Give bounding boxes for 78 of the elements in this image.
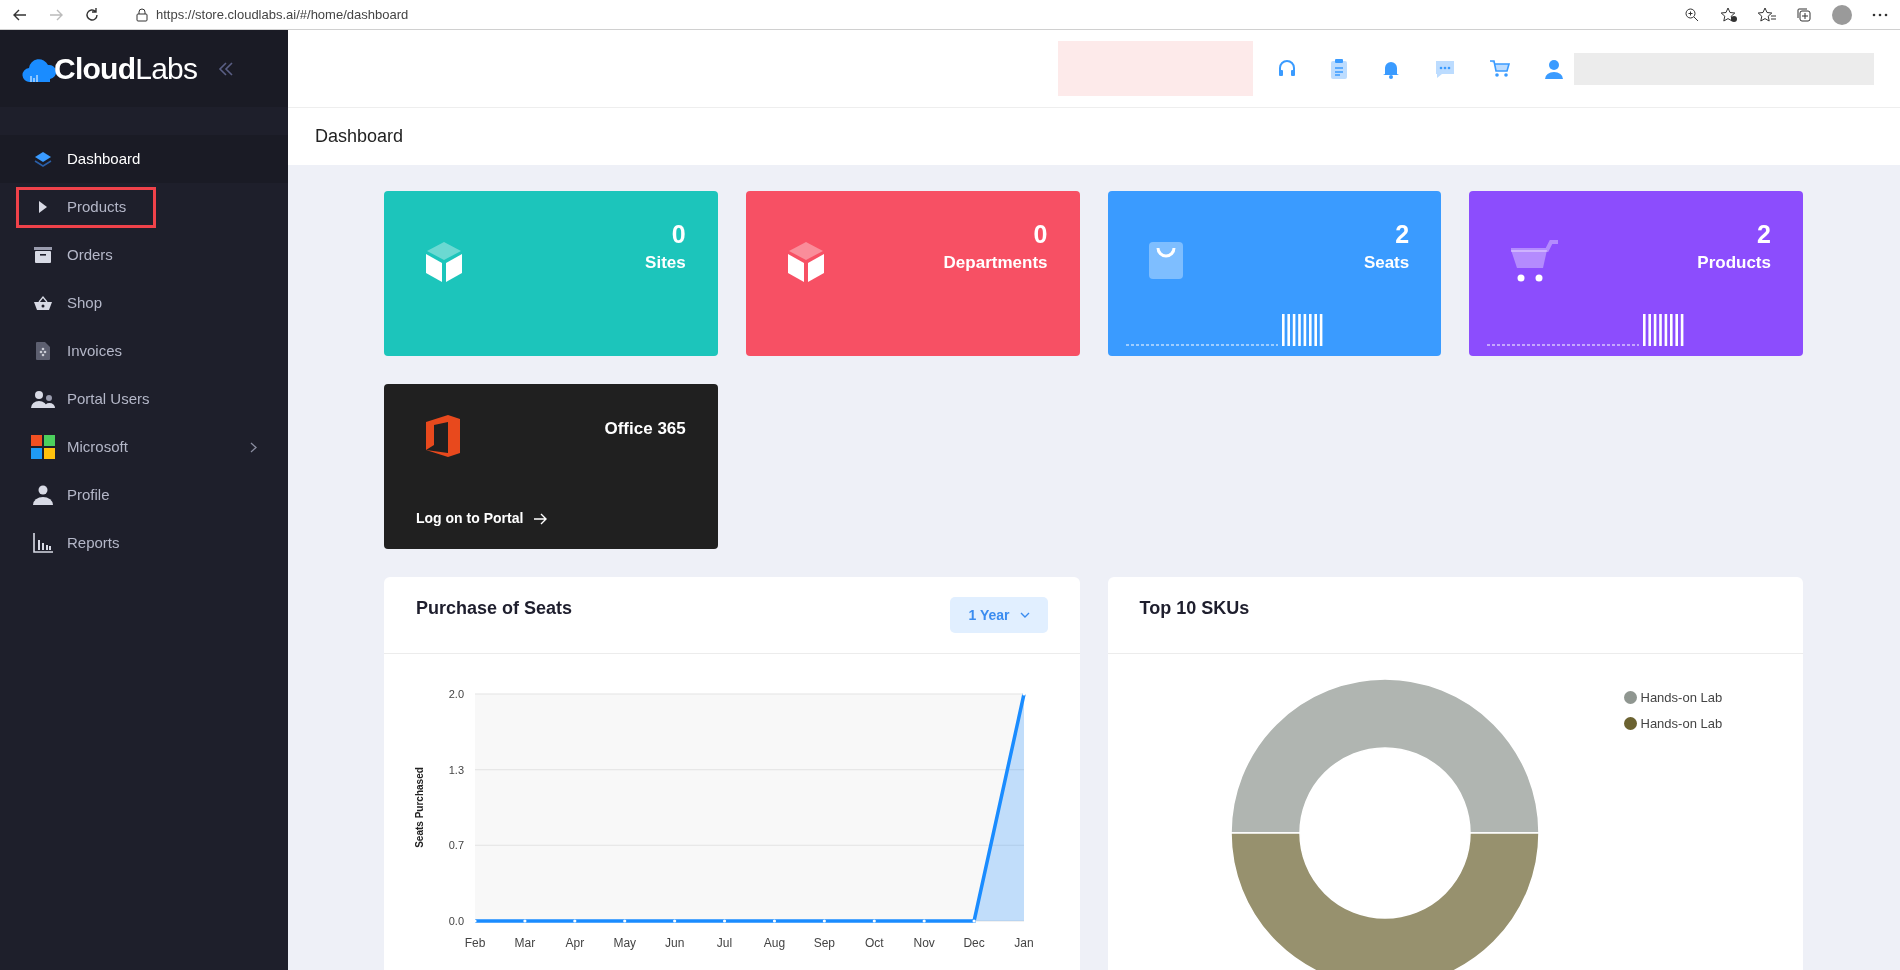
collections-icon[interactable] bbox=[1796, 6, 1812, 23]
profile-avatar[interactable] bbox=[1832, 4, 1852, 25]
arrow-icon bbox=[533, 511, 548, 526]
y-tick-label: 0.7 bbox=[448, 839, 464, 852]
page-title: Dashboard bbox=[315, 125, 404, 148]
x-tick-label: Jun bbox=[664, 936, 685, 950]
chevron-right-icon bbox=[250, 441, 257, 453]
basket-icon bbox=[34, 295, 52, 311]
bar-chart-icon bbox=[33, 533, 53, 553]
nav-item[interactable]: Reports bbox=[0, 519, 288, 567]
lock-icon bbox=[136, 7, 148, 22]
nav-item[interactable]: Dashboard bbox=[0, 135, 288, 183]
logo-text: CloudLabs bbox=[54, 51, 198, 87]
reload-icon[interactable] bbox=[84, 6, 100, 23]
cart-icon[interactable] bbox=[1489, 58, 1511, 79]
person-icon bbox=[33, 485, 53, 505]
more-icon[interactable] bbox=[1872, 12, 1888, 17]
office-card[interactable]: Office 365 Log on to Portal bbox=[384, 384, 718, 549]
nav-item[interactable]: Invoices bbox=[0, 327, 288, 375]
zoom-icon[interactable] bbox=[1684, 6, 1700, 23]
stat-value: 0 bbox=[1033, 219, 1048, 250]
cube-icon bbox=[785, 240, 826, 284]
chevron-down-icon bbox=[1019, 612, 1030, 618]
nav-item[interactable]: Orders bbox=[0, 231, 288, 279]
stat-value: 2 bbox=[1395, 219, 1410, 250]
x-tick-label: Dec bbox=[963, 936, 985, 950]
stat-label: Sites bbox=[645, 252, 686, 274]
legend-label: Hands-on Lab bbox=[1640, 714, 1723, 733]
y-tick-label: 2.0 bbox=[448, 688, 464, 700]
x-tick-label: Feb bbox=[464, 936, 486, 950]
card-title: Purchase of Seats bbox=[416, 596, 573, 620]
x-tick-label: Sep bbox=[813, 936, 836, 950]
nav-item[interactable]: Shop bbox=[0, 279, 288, 327]
y-tick-label: 1.3 bbox=[448, 763, 464, 776]
x-tick-label: Jan bbox=[1014, 936, 1034, 950]
x-tick-label: Aug bbox=[763, 936, 786, 950]
favorite-add-icon[interactable] bbox=[1720, 6, 1738, 23]
stat-value: 2 bbox=[1757, 219, 1771, 250]
portal-link[interactable]: Log on to Portal bbox=[416, 508, 686, 529]
cube-icon bbox=[424, 240, 464, 284]
layers-icon bbox=[34, 151, 52, 167]
nav-item[interactable]: Products bbox=[0, 183, 288, 231]
shopping-bag-icon bbox=[1147, 240, 1184, 280]
legend-label: Hands-on Lab bbox=[1640, 689, 1723, 707]
x-tick-label: Nov bbox=[913, 936, 935, 950]
x-tick-label: Jul bbox=[716, 936, 733, 950]
y-axis-title: Seats Purchased bbox=[414, 767, 425, 848]
cart-icon bbox=[1509, 240, 1560, 284]
x-tick-label: Apr bbox=[565, 936, 585, 950]
data-point bbox=[972, 919, 976, 923]
url-text[interactable]: https://store.cloudlabs.ai/#/home/dashboard bbox=[156, 4, 409, 25]
clipboard-icon[interactable] bbox=[1330, 57, 1348, 80]
stat-value: 0 bbox=[671, 219, 686, 250]
document-icon bbox=[36, 342, 50, 360]
office-logo-icon bbox=[424, 414, 462, 458]
stat-label: Departments bbox=[943, 252, 1048, 274]
x-tick-label: Oct bbox=[864, 936, 884, 950]
stat-label: Seats bbox=[1363, 252, 1410, 274]
user-icon[interactable] bbox=[1544, 58, 1564, 79]
nav-item[interactable]: Profile bbox=[0, 471, 288, 519]
stat-label: Products bbox=[1697, 252, 1771, 274]
y-tick-label: 0.0 bbox=[448, 915, 464, 927]
x-tick-label: Mar bbox=[514, 936, 536, 950]
nav-item[interactable]: Portal Users bbox=[0, 375, 288, 423]
collapse-icon[interactable] bbox=[217, 60, 236, 77]
archive-box-icon bbox=[34, 247, 52, 263]
users-icon bbox=[30, 390, 56, 408]
windows-logo-icon bbox=[31, 435, 55, 459]
x-tick-label: May bbox=[613, 936, 637, 950]
favorites-icon[interactable] bbox=[1758, 6, 1776, 23]
data-point bbox=[1022, 692, 1026, 696]
chat-icon[interactable] bbox=[1434, 58, 1456, 79]
headset-icon[interactable] bbox=[1277, 58, 1297, 79]
card-title: Office 365 bbox=[604, 418, 686, 440]
stat-card[interactable]: 2 Products bbox=[1469, 191, 1803, 356]
triangle-icon bbox=[38, 200, 48, 214]
nav-item[interactable]: Microsoft bbox=[0, 423, 288, 471]
card-title: Top 10 SKUs bbox=[1139, 596, 1250, 620]
